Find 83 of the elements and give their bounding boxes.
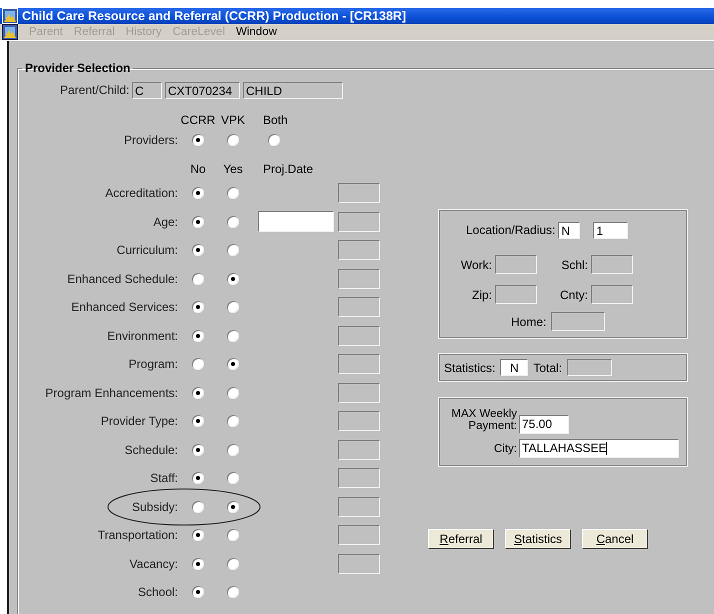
app-icon — [2, 8, 18, 24]
radio-button[interactable] — [192, 187, 204, 200]
field-label: Enhanced Schedule: — [66, 272, 179, 286]
field-label: Subsidy: — [130, 500, 179, 514]
radio-button[interactable] — [192, 358, 204, 370]
city-field[interactable]: TALLAHASSEE — [519, 439, 679, 458]
radio-button[interactable] — [192, 386, 204, 399]
field-label: Provider Type: — [100, 414, 179, 428]
radio-button[interactable] — [227, 330, 239, 342]
radio-button[interactable] — [192, 586, 204, 598]
radio-button[interactable] — [192, 216, 204, 228]
input-field[interactable]: CXT070234 — [165, 82, 240, 98]
field-label: Accreditation: — [104, 186, 179, 200]
group-title: Provider Selection — [24, 61, 132, 75]
radio-button[interactable] — [227, 586, 239, 598]
field-label: Enhanced Services: — [70, 300, 179, 314]
radio-button[interactable] — [192, 444, 204, 456]
radio-button[interactable] — [227, 187, 239, 200]
radio-button[interactable] — [227, 472, 239, 484]
payment-field[interactable]: 75.00 — [519, 415, 569, 434]
radio-button[interactable] — [227, 358, 239, 370]
field-label: Environment: — [106, 328, 179, 343]
radio-button[interactable] — [227, 500, 239, 513]
window-title: Child Care Resource and Referral (CCRR) Production - [CR138R] — [22, 9, 406, 23]
radio-button[interactable] — [227, 444, 239, 456]
dialog-button[interactable]: Statistics — [505, 529, 571, 549]
radio-button[interactable] — [227, 134, 239, 146]
column-header: VPK — [220, 112, 245, 126]
radio-button[interactable] — [227, 529, 239, 542]
location-field[interactable]: N — [558, 222, 580, 238]
field-label: Transportation: — [96, 528, 179, 542]
column-header: CCRR — [180, 112, 216, 126]
field-label: Cnty: — [558, 288, 589, 302]
radio-button[interactable] — [192, 134, 204, 146]
column-header: Proj.Date — [262, 162, 314, 176]
field-label: Zip: — [470, 288, 493, 302]
field-label: Work: — [460, 258, 493, 272]
field-label: Home: — [511, 314, 546, 328]
radio-button[interactable] — [227, 558, 239, 570]
field-label: Program: — [128, 357, 179, 372]
field-label: Schedule: — [124, 442, 179, 457]
radio-button[interactable] — [192, 500, 204, 513]
field-label: Vacancy: — [128, 556, 179, 571]
field-label: Age: — [152, 214, 179, 229]
radio-button[interactable] — [192, 244, 204, 256]
field-label: MAX Weekly Payment: — [450, 408, 518, 432]
radio-button[interactable] — [192, 330, 204, 342]
radio-button[interactable] — [268, 134, 280, 146]
input-field[interactable]: C — [132, 82, 162, 98]
column-header: Both — [262, 112, 288, 126]
radio-button[interactable] — [227, 415, 239, 428]
dialog-button[interactable]: Referral — [428, 529, 494, 549]
radio-button[interactable] — [227, 244, 239, 256]
radio-button[interactable] — [227, 301, 239, 314]
statistics-field[interactable]: N — [500, 359, 528, 376]
menu-item[interactable]: Window — [236, 26, 277, 38]
radius-field[interactable]: 1 — [593, 222, 628, 238]
document-icon[interactable] — [2, 24, 18, 40]
field-label: Location/Radius: — [466, 223, 556, 237]
column-header: Yes — [223, 162, 243, 176]
radio-button[interactable] — [192, 272, 204, 285]
field-label: Parent/Child: — [60, 83, 129, 97]
field-label: School: — [136, 585, 179, 600]
field-label: City: — [493, 442, 518, 454]
field-label: Statistics: — [444, 360, 496, 374]
radio-button[interactable] — [192, 472, 204, 484]
radio-button[interactable] — [227, 216, 239, 228]
field-label: Total: — [533, 360, 562, 374]
input-field[interactable]: CHILD — [243, 82, 343, 98]
field-label: Schl: — [560, 258, 589, 272]
dialog-button[interactable]: Cancel — [582, 529, 648, 549]
radio-button[interactable] — [192, 415, 204, 428]
radio-button[interactable] — [227, 386, 239, 399]
field-label: Providers: — [122, 133, 179, 147]
radio-button[interactable] — [192, 558, 204, 570]
radio-button[interactable] — [227, 272, 239, 285]
field-label: Program Enhancements: — [44, 386, 179, 400]
column-header: No — [190, 162, 206, 176]
field-label: Curriculum: — [116, 243, 179, 258]
field-label: Staff: — [149, 471, 179, 486]
radio-button[interactable] — [192, 301, 204, 314]
radio-button[interactable] — [192, 529, 204, 542]
date-field[interactable] — [258, 211, 334, 232]
